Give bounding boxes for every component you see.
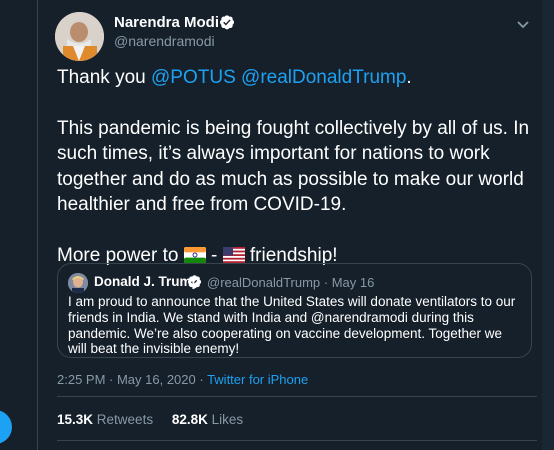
compose-tweet-button[interactable] [0,410,12,444]
divider [57,440,537,441]
quoted-text: I am proud to announce that the United S… [68,294,516,357]
verified-badge-icon [187,274,202,289]
likes-stat[interactable]: 82.8K Likes [172,412,243,427]
quoted-author-avatar[interactable] [68,273,88,293]
quoted-tweet[interactable]: Donald J. Trump @realDonaldTrump · May 1… [57,263,532,358]
likes-label: Likes [211,412,244,427]
retweets-label: Retweets [96,412,154,427]
author-handle[interactable]: @narendramodi [114,33,215,49]
text-suffix: . [406,67,412,88]
timestamp-text[interactable]: 2:25 PM · May 16, 2020 · [57,372,207,387]
retweets-count: 15.3K [57,412,94,427]
author-name[interactable]: Narendra Modi [114,14,219,31]
tweet-text: Thank you @POTUS @realDonaldTrump. This … [57,65,537,270]
likes-count: 82.8K [171,412,208,427]
author-avatar[interactable] [55,12,104,61]
text-prefix: Thank you [57,67,151,88]
tweet-paragraph: This pandemic is being fought collective… [57,117,530,216]
tweet-timestamp: 2:25 PM · May 16, 2020 · Twitter for iPh… [57,372,308,387]
divider [57,396,537,397]
quoted-author-name[interactable]: Donald J. Trump [94,274,200,289]
chevron-down-icon[interactable] [511,12,535,36]
scrollbar[interactable] [542,0,554,450]
mention-potus-link[interactable]: @POTUS [151,67,236,88]
source-link[interactable]: Twitter for iPhone [207,372,308,387]
engagement-stats: 15.3K Retweets 82.8K Likes [57,412,243,427]
retweets-stat[interactable]: 15.3K Retweets [57,412,153,427]
verified-badge-icon [219,14,235,30]
tweet-card: Narendra Modi @narendramodi Thank you @P… [37,0,544,450]
quoted-meta: @realDonaldTrump · May 16 [207,275,375,290]
mention-trump-link[interactable]: @realDonaldTrump [241,67,406,88]
